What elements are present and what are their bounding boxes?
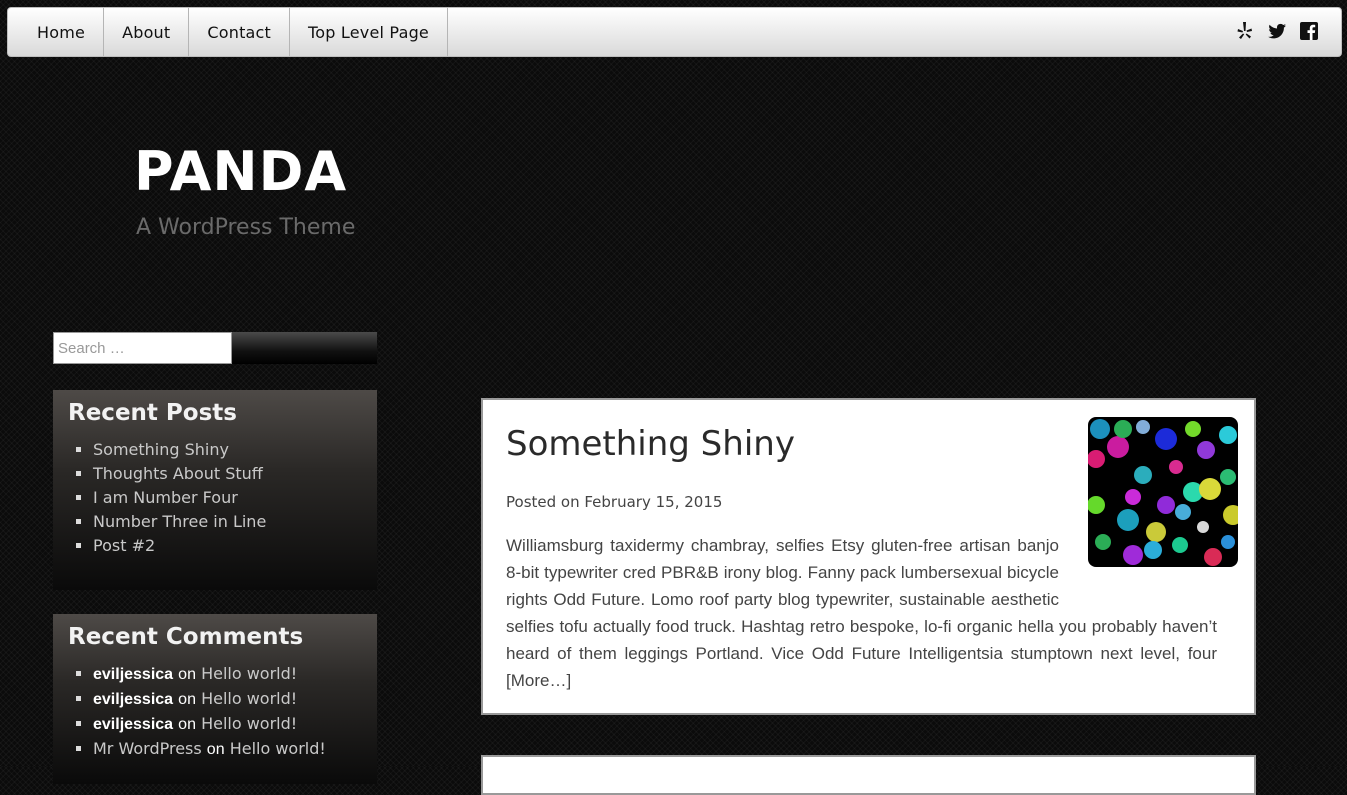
comment-author: eviljessica xyxy=(93,716,174,733)
post-meta: Posted on February 15, 2015 xyxy=(506,493,722,511)
recent-post-link[interactable]: Thoughts About Stuff xyxy=(93,464,263,483)
read-more-link[interactable]: [More…] xyxy=(506,671,571,690)
social-links xyxy=(1235,21,1319,41)
recent-posts-list: Something Shiny Thoughts About Stuff I a… xyxy=(68,438,362,558)
recent-posts-title: Recent Posts xyxy=(68,400,237,426)
post-card xyxy=(481,755,1256,795)
list-item: Mr WordPress on Hello world! xyxy=(93,737,362,762)
comment-post-link[interactable]: Hello world! xyxy=(201,664,297,683)
nav-item-top-level-page[interactable]: Top Level Page xyxy=(290,8,448,56)
list-item: eviljessica on Hello world! xyxy=(93,662,362,687)
comment-on-text: on xyxy=(178,691,196,708)
nav-item-contact[interactable]: Contact xyxy=(189,8,291,56)
facebook-icon[interactable] xyxy=(1299,21,1319,41)
comment-author-link[interactable]: Mr WordPress xyxy=(93,739,202,758)
posted-on-label: Posted on xyxy=(506,493,580,511)
recent-comments-list: eviljessica on Hello world! eviljessica … xyxy=(68,662,362,762)
post-card: Something Shiny Posted on February 15, 2… xyxy=(481,398,1256,715)
comment-author: eviljessica xyxy=(93,666,174,683)
list-item: Post #2 xyxy=(93,534,362,558)
search-input[interactable] xyxy=(53,332,232,364)
recent-comments-title: Recent Comments xyxy=(68,624,304,650)
post-title[interactable]: Something Shiny xyxy=(506,424,795,464)
list-item: eviljessica on Hello world! xyxy=(93,687,362,712)
comment-post-link[interactable]: Hello world! xyxy=(230,739,326,758)
recent-post-link[interactable]: Something Shiny xyxy=(93,440,229,459)
comment-author: eviljessica xyxy=(93,691,174,708)
main-menu: Home About Contact Top Level Page xyxy=(8,8,448,56)
nav-item-about[interactable]: About xyxy=(104,8,190,56)
post-date-link[interactable]: February 15, 2015 xyxy=(584,493,722,511)
recent-post-link[interactable]: Number Three in Line xyxy=(93,512,266,531)
comment-on-text: on xyxy=(206,741,225,758)
recent-post-link[interactable]: Post #2 xyxy=(93,536,155,555)
twitter-icon[interactable] xyxy=(1267,21,1287,41)
search-widget xyxy=(53,332,377,364)
site-description: A WordPress Theme xyxy=(136,215,356,240)
list-item: I am Number Four xyxy=(93,486,362,510)
comment-on-text: on xyxy=(178,716,196,733)
list-item: Number Three in Line xyxy=(93,510,362,534)
list-item: Something Shiny xyxy=(93,438,362,462)
recent-comments-widget: Recent Comments eviljessica on Hello wor… xyxy=(53,614,377,784)
post-excerpt: Williamsburg taxidermy chambray, selfies… xyxy=(506,532,1217,694)
recent-post-link[interactable]: I am Number Four xyxy=(93,488,238,507)
list-item: eviljessica on Hello world! xyxy=(93,712,362,737)
site-title[interactable]: PANDA xyxy=(134,140,347,203)
nav-item-home[interactable]: Home xyxy=(8,8,105,56)
comment-post-link[interactable]: Hello world! xyxy=(201,689,297,708)
yelp-icon[interactable] xyxy=(1235,21,1255,41)
comment-post-link[interactable]: Hello world! xyxy=(201,714,297,733)
recent-posts-widget: Recent Posts Something Shiny Thoughts Ab… xyxy=(53,390,377,590)
top-nav-bar: Home About Contact Top Level Page xyxy=(7,7,1342,57)
list-item: Thoughts About Stuff xyxy=(93,462,362,486)
comment-on-text: on xyxy=(178,666,196,683)
